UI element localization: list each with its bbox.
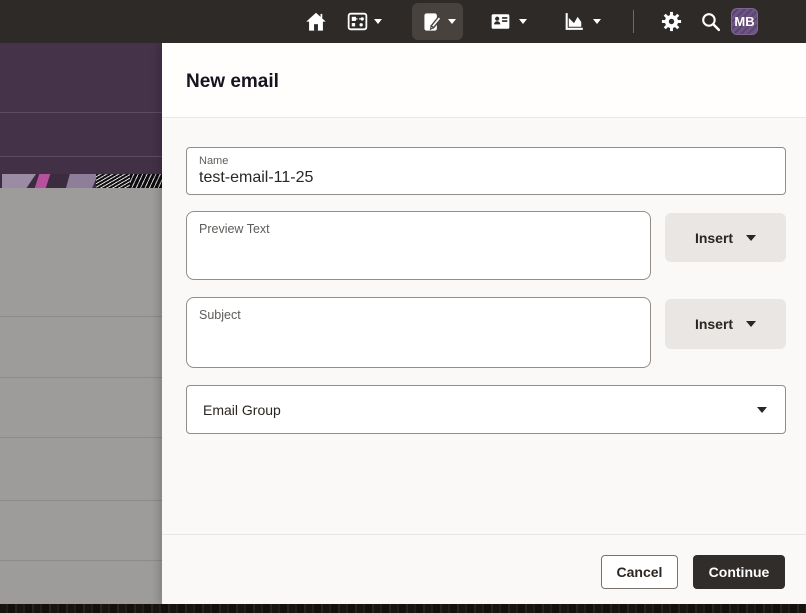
- decorative-banner-image: [0, 174, 162, 188]
- divider: [162, 117, 806, 118]
- background-header-block: [0, 157, 162, 174]
- campaigns-button[interactable]: [345, 0, 370, 43]
- analytics-dropdown[interactable]: [593, 0, 601, 43]
- analytics-button[interactable]: [562, 0, 587, 43]
- list-row-divider: [0, 377, 162, 378]
- preview-text-input[interactable]: [186, 211, 651, 280]
- dimmed-background-page: [0, 43, 162, 604]
- email-group-label: Email Group: [203, 402, 281, 418]
- contact-card-icon: [488, 9, 513, 34]
- preview-insert-button[interactable]: Insert: [665, 213, 786, 262]
- campaigns-icon: [345, 9, 370, 34]
- bottom-textured-strip: [0, 604, 806, 613]
- campaigns-dropdown[interactable]: [374, 0, 382, 43]
- home-icon: [303, 9, 329, 35]
- gear-icon: [659, 9, 684, 34]
- chevron-down-icon: [519, 19, 527, 24]
- list-row-divider: [0, 316, 162, 317]
- chevron-down-icon: [746, 235, 756, 241]
- divider: [162, 534, 806, 535]
- search-button[interactable]: [698, 0, 723, 43]
- subject-insert-button[interactable]: Insert: [665, 299, 786, 349]
- banner-pattern: [130, 174, 162, 188]
- area-chart-icon: [562, 9, 587, 34]
- banner-pattern: [96, 174, 130, 188]
- new-email-dialog: New email Name Insert Insert Email Group…: [162, 43, 806, 604]
- insert-button-label: Insert: [695, 230, 733, 246]
- background-header-block: [0, 113, 162, 156]
- dimmed-list-area: [0, 188, 162, 604]
- chevron-down-icon: [593, 19, 601, 24]
- dialog-title: New email: [186, 71, 279, 93]
- chevron-down-icon: [448, 19, 456, 24]
- search-icon: [698, 9, 723, 34]
- banner-shape: [2, 174, 36, 188]
- toolbar-separator: [633, 10, 634, 33]
- list-row-divider: [0, 560, 162, 561]
- list-row-divider: [0, 500, 162, 501]
- top-navigation-bar: MB: [0, 0, 806, 43]
- name-field-label: Name: [199, 155, 773, 168]
- user-avatar[interactable]: MB: [731, 8, 758, 35]
- settings-button[interactable]: [659, 0, 684, 43]
- continue-button[interactable]: Continue: [693, 555, 785, 589]
- background-header-block: [0, 43, 162, 112]
- contacts-dropdown[interactable]: [519, 0, 527, 43]
- edit-pencil-icon: [419, 9, 445, 35]
- dialog-header: New email: [162, 43, 806, 117]
- screen: MB New email Name: [0, 0, 806, 613]
- assets-edit-button[interactable]: [419, 0, 445, 43]
- email-group-select[interactable]: Email Group: [186, 385, 786, 434]
- home-button[interactable]: [303, 0, 329, 43]
- banner-shape: [34, 174, 51, 188]
- list-row-divider: [0, 437, 162, 438]
- subject-input[interactable]: [186, 297, 651, 368]
- cancel-button[interactable]: Cancel: [601, 555, 678, 589]
- banner-shape: [66, 174, 98, 188]
- avatar-initials: MB: [734, 14, 754, 29]
- chevron-down-icon: [746, 321, 756, 327]
- name-field[interactable]: Name: [186, 147, 786, 195]
- assets-dropdown[interactable]: [448, 0, 456, 43]
- chevron-down-icon: [374, 19, 382, 24]
- contacts-button[interactable]: [488, 0, 513, 43]
- name-input[interactable]: [199, 168, 773, 188]
- insert-button-label: Insert: [695, 316, 733, 332]
- chevron-down-icon: [757, 407, 767, 413]
